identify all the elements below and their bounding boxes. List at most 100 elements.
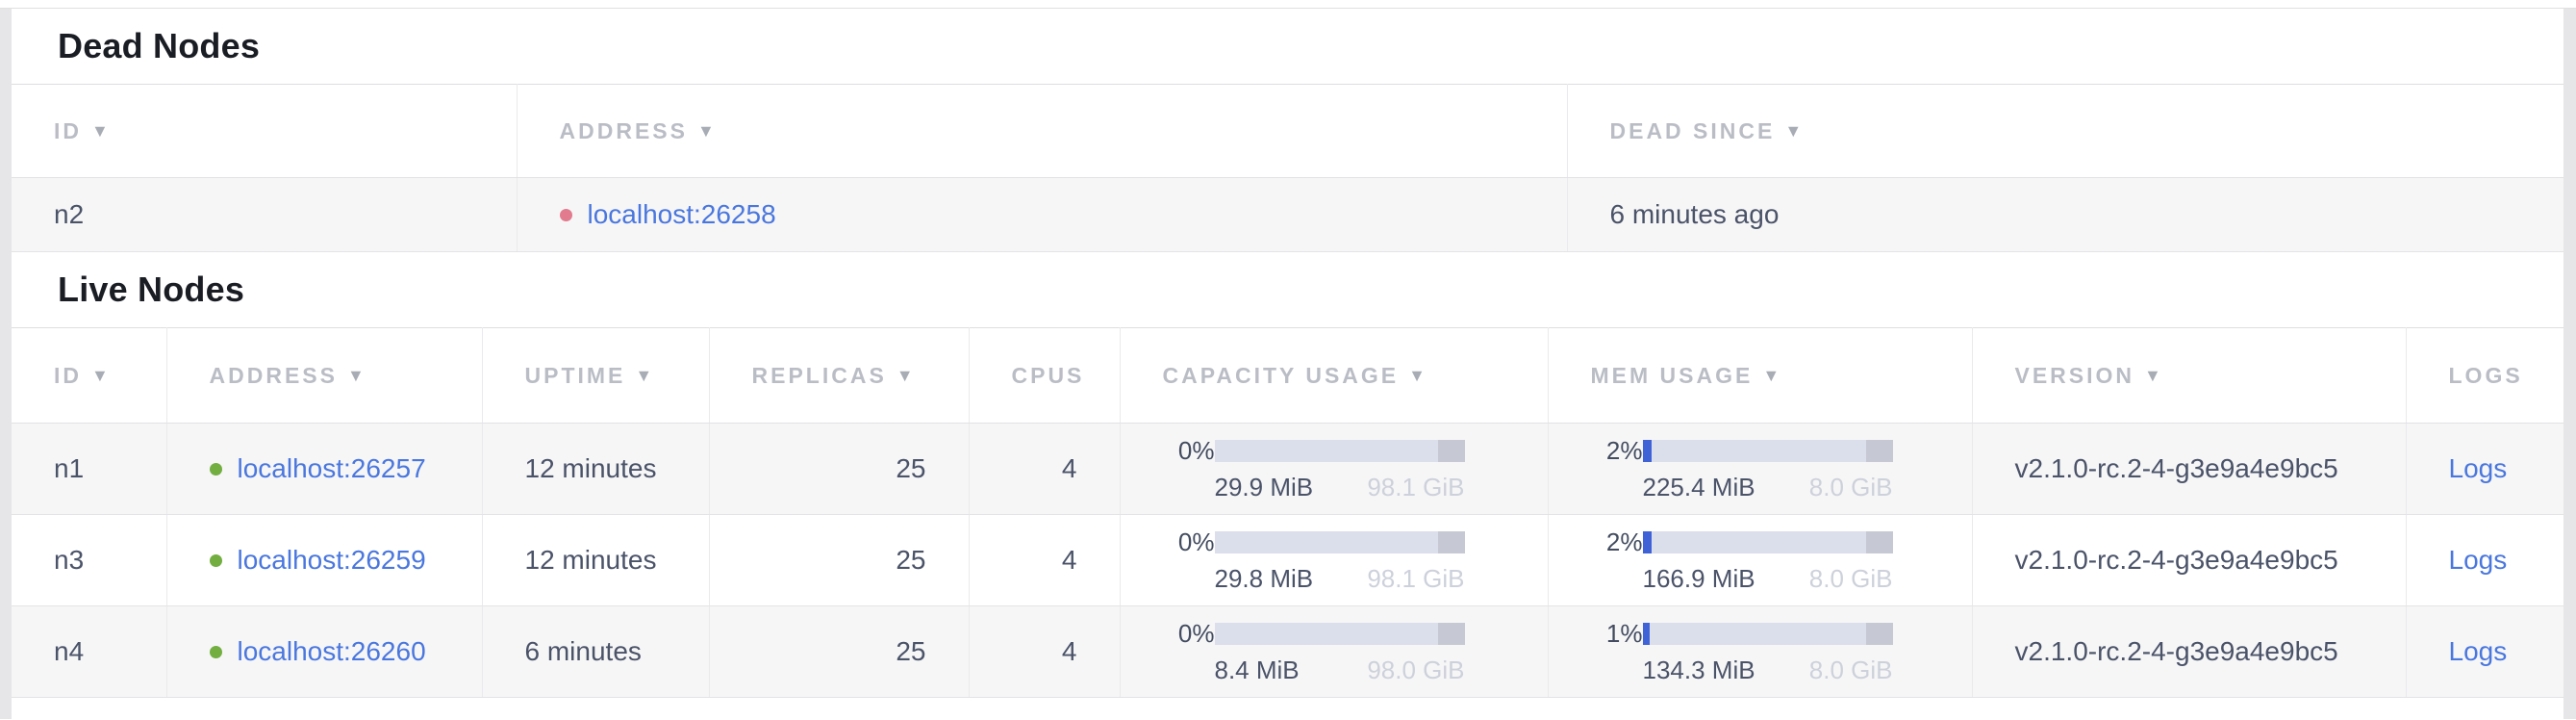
column-label: REPLICAS xyxy=(752,363,887,388)
logs-cell: Logs xyxy=(2406,606,2563,698)
usage-used-label: 166.9 MiB xyxy=(1643,564,1755,594)
node-address-cell: localhost:26260 xyxy=(166,606,482,698)
sort-desc-icon: ▼ xyxy=(91,366,109,385)
node-address-cell: localhost:26257 xyxy=(166,424,482,515)
column-label: UPTIME xyxy=(525,363,626,388)
node-list-page: Dead Nodes ID ▼ ADDRESS ▼ DEAD SINCE ▼ xyxy=(12,9,2563,719)
logs-link[interactable]: Logs xyxy=(2449,636,2508,666)
usage-bar-used-segment xyxy=(1643,623,1650,645)
node-address-link[interactable]: localhost:26259 xyxy=(238,545,426,576)
usage-bar-end-block xyxy=(1438,531,1465,553)
mem-usage-bar xyxy=(1643,440,1893,462)
usage-used-label: 8.4 MiB xyxy=(1215,656,1300,685)
column-label: LOGS xyxy=(2449,363,2523,388)
usage-total-label: 8.0 GiB xyxy=(1809,656,1893,685)
dead-column-header-dead-since[interactable]: DEAD SINCE ▼ xyxy=(1567,85,2563,178)
node-address-link[interactable]: localhost:26258 xyxy=(588,199,776,230)
live-column-header-cpus: CPUS xyxy=(969,328,1120,424)
capacity-usage-cell: 0% 29.8 MiB 98.1 GiB xyxy=(1120,515,1548,606)
usage-used-label: 29.8 MiB xyxy=(1215,564,1314,594)
column-label: DEAD SINCE xyxy=(1610,118,1776,143)
usage-total-label: 8.0 GiB xyxy=(1809,473,1893,502)
mem-usage-cell: 2% 225.4 MiB 8.0 GiB xyxy=(1548,424,1972,515)
usage-percent-label: 0% xyxy=(1121,619,1215,649)
live-column-header-mem-usage[interactable]: MEM USAGE▼ xyxy=(1548,328,1972,424)
live-nodes-title: Live Nodes xyxy=(12,252,2563,327)
cpus-cell: 4 xyxy=(969,515,1120,606)
usage-percent-label: 2% xyxy=(1549,436,1643,466)
cpus-cell: 4 xyxy=(969,606,1120,698)
dead-column-header-id[interactable]: ID ▼ xyxy=(12,85,517,178)
table-row-live-node-n3: n3 localhost:26259 12 minutes 25 4 0% xyxy=(12,515,2563,606)
usage-total-label: 98.0 GiB xyxy=(1367,656,1464,685)
live-nodes-table: ID ▼ ADDRESS ▼ UPTIME ▼ REPLICAS ▼ CPUS xyxy=(12,327,2563,698)
version-cell: v2.1.0-rc.2-4-g3e9a4e9bc5 xyxy=(1972,424,2406,515)
version-cell: v2.1.0-rc.2-4-g3e9a4e9bc5 xyxy=(1972,606,2406,698)
column-label: ID xyxy=(54,363,82,388)
dead-since-cell: 6 minutes ago xyxy=(1567,178,2563,252)
node-address-cell: localhost:26259 xyxy=(166,515,482,606)
uptime-cell: 6 minutes xyxy=(482,606,709,698)
live-column-header-replicas[interactable]: REPLICAS ▼ xyxy=(709,328,969,424)
mem-usage-cell: 2% 166.9 MiB 8.0 GiB xyxy=(1548,515,1972,606)
sort-desc-icon: ▼ xyxy=(697,121,715,141)
usage-total-label: 98.1 GiB xyxy=(1367,473,1464,502)
column-label: ADDRESS xyxy=(560,118,688,143)
sort-desc-icon: ▼ xyxy=(91,121,109,141)
sort-desc-icon: ▼ xyxy=(635,366,652,385)
usage-used-label: 225.4 MiB xyxy=(1643,473,1755,502)
replicas-cell: 25 xyxy=(709,424,969,515)
page-gutter-right xyxy=(2563,9,2576,719)
mem-usage-bar xyxy=(1643,531,1893,553)
column-label: ADDRESS xyxy=(210,363,338,388)
usage-bar-used-segment xyxy=(1643,531,1652,553)
dead-nodes-title: Dead Nodes xyxy=(12,9,2563,84)
dead-nodes-header-row: ID ▼ ADDRESS ▼ DEAD SINCE ▼ xyxy=(12,85,2563,178)
column-label: MEM USAGE xyxy=(1591,363,1754,388)
live-column-header-logs: LOGS xyxy=(2406,328,2563,424)
live-column-header-id[interactable]: ID ▼ xyxy=(12,328,166,424)
column-label: CAPACITY USAGE xyxy=(1163,363,1400,388)
previous-section-bottom-edge xyxy=(0,0,2576,9)
usage-percent-label: 2% xyxy=(1549,527,1643,557)
capacity-usage-cell: 0% 29.9 MiB 98.1 GiB xyxy=(1120,424,1548,515)
table-row-dead-node-n2: n2 localhost:26258 6 minutes ago xyxy=(12,178,2563,252)
live-nodes-header-row: ID ▼ ADDRESS ▼ UPTIME ▼ REPLICAS ▼ CPUS xyxy=(12,328,2563,424)
usage-bar-end-block xyxy=(1866,531,1893,553)
mem-usage-bar xyxy=(1643,623,1893,645)
node-address-link[interactable]: localhost:26260 xyxy=(238,636,426,667)
table-row-live-node-n4: n4 localhost:26260 6 minutes 25 4 0% xyxy=(12,606,2563,698)
node-address-link[interactable]: localhost:26257 xyxy=(238,453,426,484)
sort-desc-icon: ▼ xyxy=(1784,121,1802,141)
live-column-header-address[interactable]: ADDRESS ▼ xyxy=(166,328,482,424)
column-label: CPUS xyxy=(1012,363,1085,388)
usage-bar-end-block xyxy=(1438,623,1465,645)
alive-status-dot-icon xyxy=(210,646,222,658)
usage-percent-label: 0% xyxy=(1121,527,1215,557)
logs-link[interactable]: Logs xyxy=(2449,453,2508,483)
usage-percent-label: 0% xyxy=(1121,436,1215,466)
usage-bar-end-block xyxy=(1866,440,1893,462)
dead-status-dot-icon xyxy=(560,209,572,221)
version-cell: v2.1.0-rc.2-4-g3e9a4e9bc5 xyxy=(1972,515,2406,606)
capacity-usage-bar xyxy=(1215,623,1465,645)
sort-desc-icon: ▼ xyxy=(347,366,365,385)
capacity-usage-cell: 0% 8.4 MiB 98.0 GiB xyxy=(1120,606,1548,698)
uptime-cell: 12 minutes xyxy=(482,515,709,606)
usage-used-label: 134.3 MiB xyxy=(1643,656,1755,685)
column-label: ID xyxy=(54,118,82,143)
mem-usage-cell: 1% 134.3 MiB 8.0 GiB xyxy=(1548,606,1972,698)
column-label: VERSION xyxy=(2015,363,2135,388)
live-column-header-uptime[interactable]: UPTIME ▼ xyxy=(482,328,709,424)
page-gutter-left xyxy=(0,9,12,719)
table-row-live-node-n1: n1 localhost:26257 12 minutes 25 4 0% xyxy=(12,424,2563,515)
cpus-cell: 4 xyxy=(969,424,1120,515)
live-column-header-capacity-usage[interactable]: CAPACITY USAGE▼ xyxy=(1120,328,1548,424)
node-id-cell: n2 xyxy=(12,178,517,252)
logs-link[interactable]: Logs xyxy=(2449,545,2508,575)
dead-nodes-table: ID ▼ ADDRESS ▼ DEAD SINCE ▼ n2 xyxy=(12,84,2563,252)
dead-column-header-address[interactable]: ADDRESS ▼ xyxy=(517,85,1567,178)
node-id-cell: n1 xyxy=(12,424,166,515)
live-column-header-version[interactable]: VERSION▼ xyxy=(1972,328,2406,424)
sort-desc-icon: ▼ xyxy=(897,366,914,385)
